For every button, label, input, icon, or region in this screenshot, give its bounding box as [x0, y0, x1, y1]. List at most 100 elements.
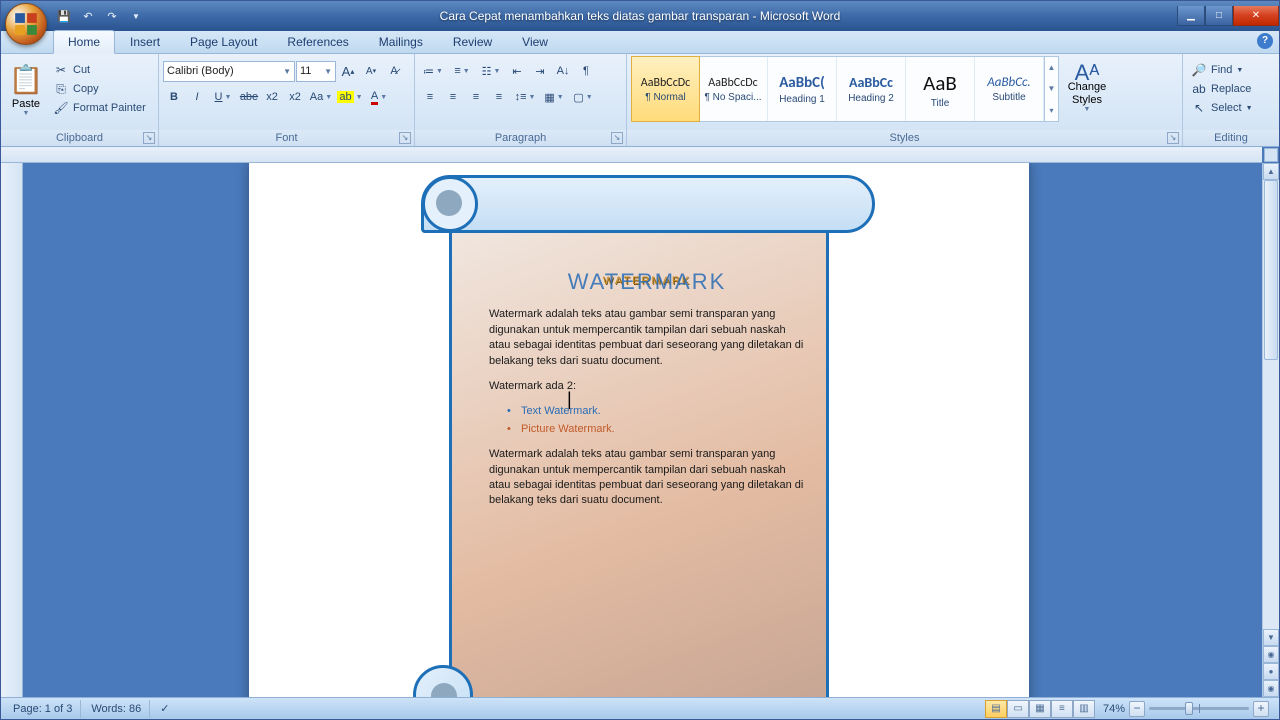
align-right-button[interactable]: ≡ [465, 86, 487, 108]
tab-home[interactable]: Home [53, 30, 115, 54]
zoom-out-button[interactable]: − [1129, 701, 1145, 717]
cut-button[interactable]: ✂Cut [49, 61, 150, 79]
zoom-thumb[interactable] [1185, 702, 1193, 715]
grow-font-button[interactable]: A▴ [337, 60, 359, 82]
scroll-down-icon[interactable]: ▼ [1263, 629, 1279, 646]
maximize-button[interactable]: □ [1205, 6, 1233, 26]
style-title[interactable]: AaBTitle [906, 57, 975, 121]
sort-button[interactable]: A↓ [552, 60, 574, 82]
decrease-indent-button[interactable]: ⇤ [506, 60, 528, 82]
align-left-button[interactable]: ≡ [419, 86, 441, 108]
browse-object-icon[interactable]: ● [1263, 663, 1279, 680]
scroll-thumb[interactable] [1264, 180, 1278, 360]
tab-references[interactable]: References [272, 30, 363, 53]
tab-view[interactable]: View [507, 30, 563, 53]
style-heading-1[interactable]: AaBbC(Heading 1 [768, 57, 837, 121]
help-icon[interactable]: ? [1257, 33, 1273, 49]
style-subtitle[interactable]: AaBbCc.Subtitle [975, 57, 1044, 121]
tab-page-layout[interactable]: Page Layout [175, 30, 272, 53]
ribbon-tabs: Home Insert Page Layout References Maili… [1, 31, 1279, 54]
text-cursor: | [567, 389, 572, 410]
bullets-button[interactable]: ≔▼ [419, 60, 447, 82]
clear-formatting-button[interactable]: A̷ [383, 60, 405, 82]
tab-insert[interactable]: Insert [115, 30, 175, 53]
bold-button[interactable]: B [163, 86, 185, 108]
undo-icon[interactable]: ↶ [77, 5, 99, 27]
view-print-layout[interactable]: ▤ [985, 700, 1007, 718]
subscript-button[interactable]: x2 [261, 86, 283, 108]
line-spacing-button[interactable]: ↕≡▼ [511, 86, 539, 108]
view-full-screen[interactable]: ▭ [1007, 700, 1029, 718]
style---no-spaci---[interactable]: AaBbCcDc¶ No Spaci... [699, 57, 768, 121]
save-icon[interactable]: 💾 [53, 5, 75, 27]
font-size-combo[interactable]: 11▼ [296, 61, 336, 82]
paragraph-launcher[interactable]: ↘ [611, 132, 623, 144]
qat-customize-icon[interactable]: ▼ [125, 5, 147, 27]
font-family-combo[interactable]: Calibri (Body)▼ [163, 61, 295, 82]
clipboard-launcher[interactable]: ↘ [143, 132, 155, 144]
zoom-in-button[interactable]: + [1253, 701, 1269, 717]
view-draft[interactable]: ▥ [1073, 700, 1095, 718]
vertical-ruler[interactable] [1, 163, 23, 697]
align-center-button[interactable]: ≡ [442, 86, 464, 108]
bullet-picture-watermark: Picture Watermark. [507, 422, 805, 437]
status-page[interactable]: Page: 1 of 3 [5, 700, 81, 718]
style-more-icon[interactable]: ▾ [1045, 100, 1058, 121]
horizontal-ruler[interactable] [1, 147, 1262, 163]
zoom-percent[interactable]: 74% [1103, 703, 1125, 715]
superscript-button[interactable]: x2 [284, 86, 306, 108]
justify-button[interactable]: ≡ [488, 86, 510, 108]
shrink-font-button[interactable]: A▾ [360, 60, 382, 82]
styles-launcher[interactable]: ↘ [1167, 132, 1179, 144]
style-gallery: AaBbCcDc¶ NormalAaBbCcDc¶ No Spaci...AaB… [631, 56, 1059, 122]
chevron-down-icon: ▼ [1246, 105, 1253, 112]
font-color-button[interactable]: A▼ [365, 86, 393, 108]
scroll-up-icon[interactable]: ▲ [1263, 163, 1279, 180]
underline-button[interactable]: U▼ [209, 86, 237, 108]
highlight-button[interactable]: ab▼ [336, 86, 364, 108]
redo-icon[interactable]: ↷ [101, 5, 123, 27]
minimize-button[interactable]: ▁ [1177, 6, 1205, 26]
view-web-layout[interactable]: ▦ [1029, 700, 1051, 718]
styles-icon: Aᴬ [1079, 65, 1095, 81]
find-button[interactable]: 🔎Find ▼ [1187, 61, 1257, 79]
style---normal[interactable]: AaBbCcDc¶ Normal [631, 56, 700, 122]
document-page[interactable]: | WATERMARKWATERMARK Watermark adalah te… [249, 159, 1029, 697]
replace-button[interactable]: abReplace [1187, 80, 1257, 98]
paragraph-1: Watermark adalah teks atau gambar semi t… [489, 307, 805, 369]
increase-indent-button[interactable]: ⇥ [529, 60, 551, 82]
close-button[interactable]: ✕ [1233, 6, 1279, 26]
vertical-scrollbar[interactable]: ▲ ▼ ◉ ● ◉ [1262, 163, 1279, 697]
change-styles-button[interactable]: Aᴬ Change Styles ▼ [1061, 56, 1113, 122]
italic-button[interactable]: I [186, 86, 208, 108]
next-page-icon[interactable]: ◉ [1263, 680, 1279, 697]
view-outline[interactable]: ≡ [1051, 700, 1073, 718]
style-heading-2[interactable]: AaBbCcHeading 2 [837, 57, 906, 121]
borders-button[interactable]: ▢▼ [569, 86, 597, 108]
copy-button[interactable]: ⎘Copy [49, 80, 150, 98]
office-button[interactable] [5, 3, 47, 45]
zoom-slider[interactable] [1149, 707, 1249, 710]
group-editing-label: Editing [1214, 132, 1248, 144]
select-button[interactable]: ↖Select ▼ [1187, 99, 1257, 117]
show-hide-button[interactable]: ¶ [575, 60, 597, 82]
prev-page-icon[interactable]: ◉ [1263, 646, 1279, 663]
document-text[interactable]: WATERMARKWATERMARK Watermark adalah teks… [489, 257, 805, 693]
status-words[interactable]: Words: 86 [83, 700, 150, 718]
tab-review[interactable]: Review [438, 30, 507, 53]
style-row-up-icon[interactable]: ▲ [1045, 57, 1058, 78]
ruler-toggle[interactable] [1264, 148, 1278, 162]
status-spellcheck-icon[interactable]: ✓ [152, 700, 177, 718]
clipboard-icon: 📋 [11, 62, 41, 98]
multilevel-button[interactable]: ☷▼ [477, 60, 505, 82]
numbering-button[interactable]: ≡▼ [448, 60, 476, 82]
change-case-button[interactable]: Aa▼ [307, 86, 335, 108]
paste-button[interactable]: 📋 Paste ▼ [5, 56, 47, 122]
tab-mailings[interactable]: Mailings [364, 30, 438, 53]
strikethrough-button[interactable]: abe [238, 86, 260, 108]
font-launcher[interactable]: ↘ [399, 132, 411, 144]
format-painter-button[interactable]: 🖌Format Painter [49, 99, 150, 117]
style-row-down-icon[interactable]: ▼ [1045, 78, 1058, 99]
shading-button[interactable]: ▦▼ [540, 86, 568, 108]
copy-icon: ⎘ [53, 81, 69, 97]
